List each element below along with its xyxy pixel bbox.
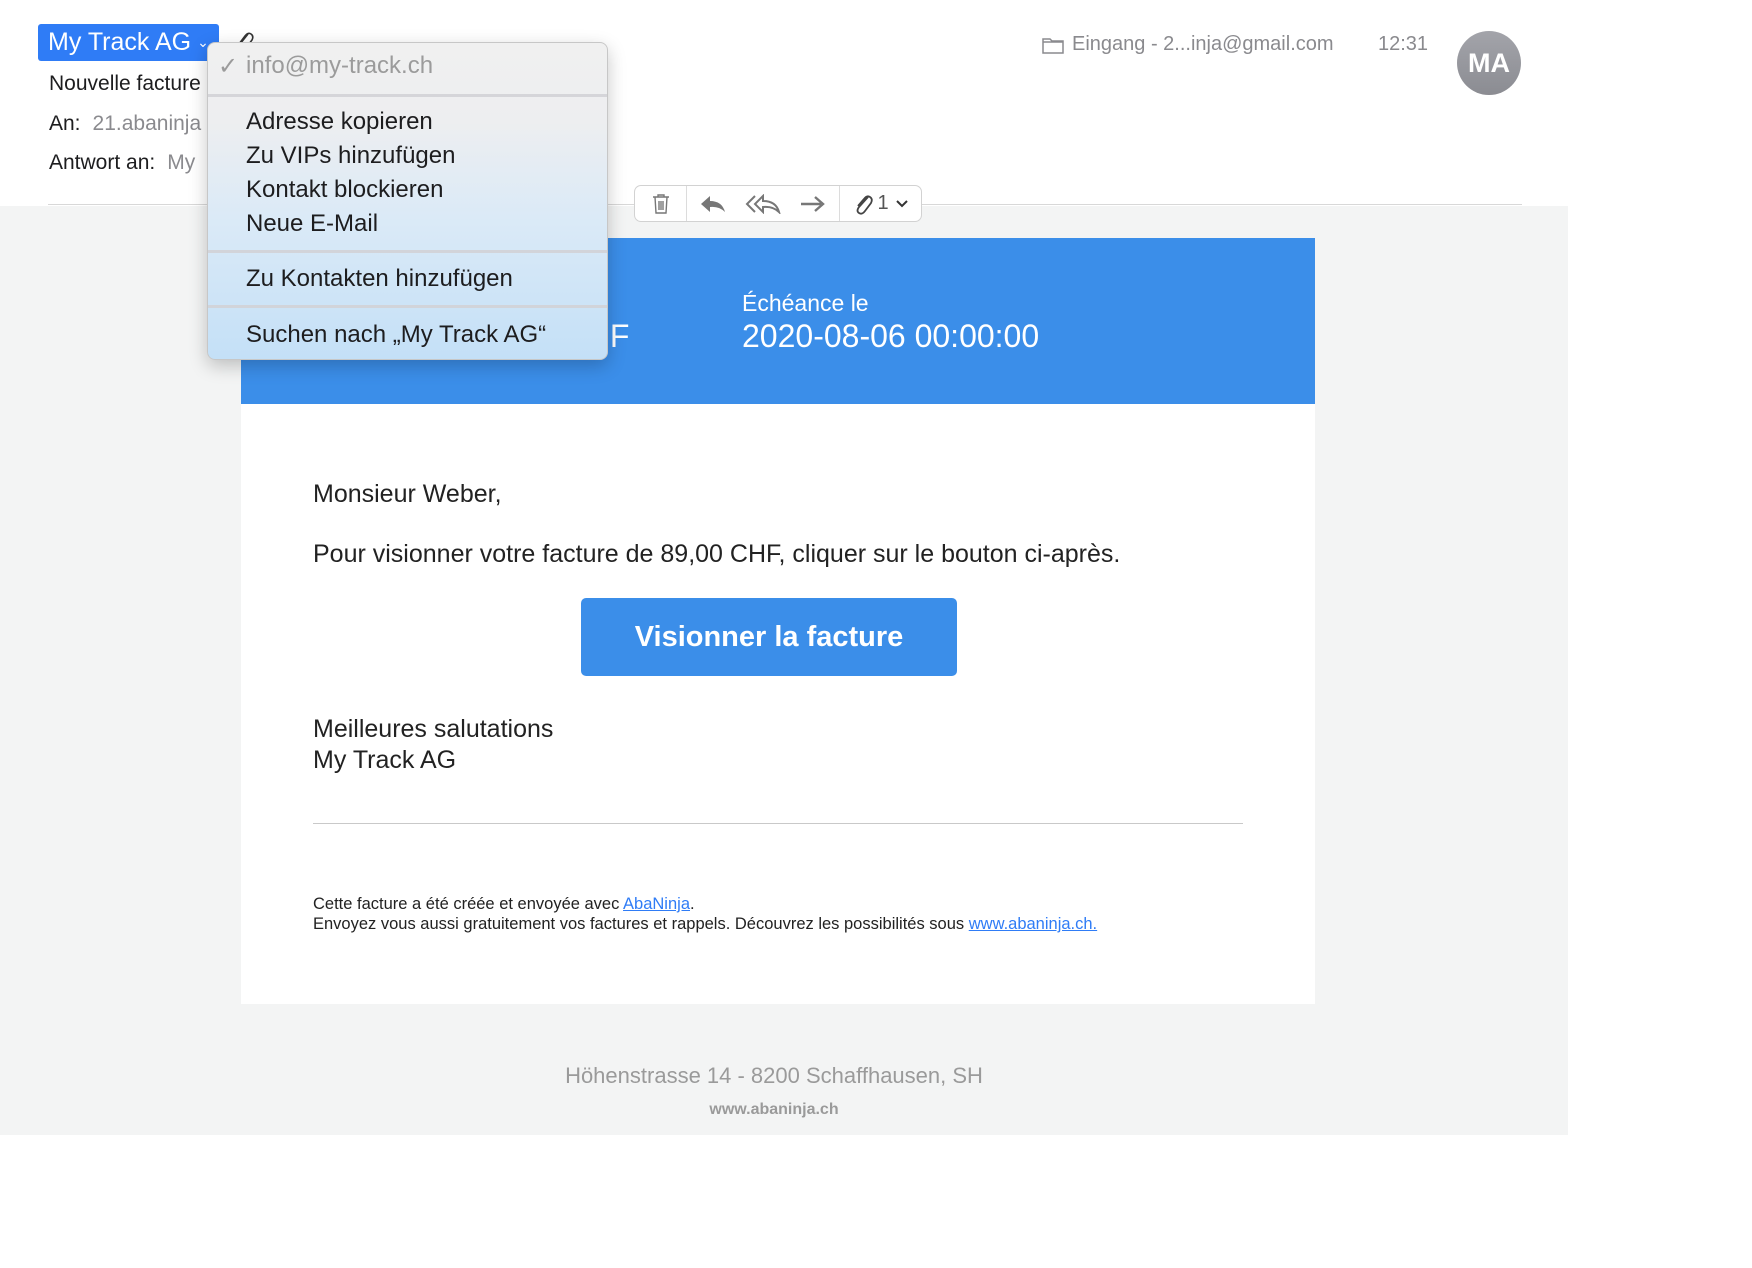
checkmark-icon: ✓ xyxy=(218,53,239,80)
menu-item-block-contact[interactable]: Kontakt blockieren xyxy=(246,176,443,204)
recipient-row: An: 21.abaninja xyxy=(49,112,201,136)
divider xyxy=(313,823,1243,824)
subject-line: Nouvelle facture xyxy=(49,72,201,95)
reply-to-address[interactable]: My xyxy=(167,151,195,174)
greeting: Monsieur Weber, xyxy=(313,480,502,508)
intro-text: Pour visionner votre facture de 89,00 CH… xyxy=(313,540,1121,568)
footer-text: Cette facture a été créée et envoyée ave… xyxy=(313,895,624,913)
due-date-value: 2020-08-06 00:00:00 xyxy=(742,318,1040,354)
forward-button[interactable] xyxy=(787,186,839,221)
reply-all-icon xyxy=(745,193,781,214)
due-date-label: Échéance le xyxy=(742,290,869,316)
company-address: Höhenstrasse 14 - 8200 Schaffhausen, SH xyxy=(565,1063,983,1088)
menu-item-address: info@my-track.ch xyxy=(246,52,434,79)
reply-button[interactable] xyxy=(687,186,739,221)
closing: Meilleures salutations My Track AG xyxy=(313,714,553,776)
menu-item-add-to-contacts[interactable]: Zu Kontakten hinzufügen xyxy=(246,265,513,293)
delete-button[interactable] xyxy=(635,186,686,221)
footer-line-2: Envoyez vous aussi gratuitement vos fact… xyxy=(313,914,1097,934)
message-toolbar: 1 xyxy=(634,185,922,222)
menu-separator xyxy=(208,305,607,308)
reply-to-row: Antwort an: My xyxy=(49,151,195,175)
to-label: An: xyxy=(49,112,81,135)
reply-all-button[interactable] xyxy=(739,186,787,221)
menu-item-search-sender[interactable]: Suchen nach „My Track AG“ xyxy=(246,321,546,349)
footer-text: . xyxy=(690,895,695,913)
mailbox-indicator[interactable]: Eingang - 2...inja@gmail.com xyxy=(1042,33,1334,56)
signature: My Track AG xyxy=(313,746,457,774)
to-address[interactable]: 21.abaninja xyxy=(93,112,202,135)
abaninja-link[interactable]: AbaNinja xyxy=(623,895,690,913)
trash-icon xyxy=(652,193,669,214)
footer-text: Envoyez vous aussi gratuitement vos fact… xyxy=(313,915,969,933)
view-invoice-button[interactable]: Visionner la facture xyxy=(581,598,957,676)
menu-separator xyxy=(208,250,607,253)
sender-context-menu: ✓ info@my-track.ch Adresse kopieren Zu V… xyxy=(207,42,608,360)
paperclip-icon xyxy=(857,194,874,215)
closing-line: Meilleures salutations xyxy=(313,715,554,743)
abaninja-website-link[interactable]: www.abaninja.ch. xyxy=(969,915,1097,933)
reply-icon xyxy=(701,195,725,212)
company-website: www.abaninja.ch xyxy=(709,1101,839,1118)
sender-name: My Track AG xyxy=(48,28,192,56)
forward-icon xyxy=(801,195,825,212)
menu-separator xyxy=(208,94,607,97)
message-time: 12:31 xyxy=(1378,33,1429,55)
menu-item-add-vip[interactable]: Zu VIPs hinzufügen xyxy=(246,142,455,170)
attachments-button[interactable]: 1 xyxy=(840,186,920,221)
menu-item-copy-address[interactable]: Adresse kopieren xyxy=(246,108,433,136)
footer-note: Cette facture a été créée et envoyée ave… xyxy=(313,894,1097,934)
reply-to-label: Antwort an: xyxy=(49,151,156,174)
footer-line-1: Cette facture a été créée et envoyée ave… xyxy=(313,894,1097,914)
attachment-count: 1 xyxy=(877,192,889,214)
menu-item-new-email[interactable]: Neue E-Mail xyxy=(246,210,378,238)
avatar[interactable]: MA xyxy=(1457,31,1521,95)
chevron-down-icon xyxy=(895,199,908,207)
folder-icon xyxy=(1042,37,1064,54)
sender-button[interactable]: My Track AG ⌄ xyxy=(38,24,219,61)
mailbox-label: Eingang - 2...inja@gmail.com xyxy=(1072,33,1334,55)
